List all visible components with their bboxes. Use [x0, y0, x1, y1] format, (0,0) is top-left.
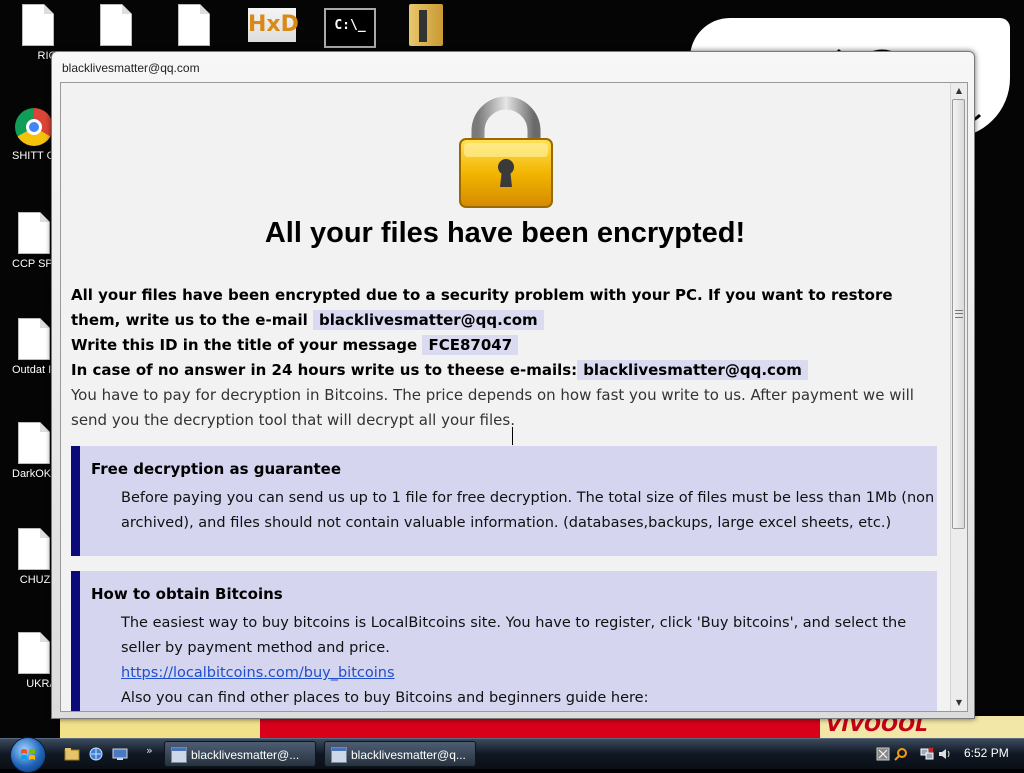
- scrollbar-thumb[interactable]: [952, 99, 965, 529]
- free-decryption-title: Free decryption as guarantee: [91, 460, 342, 478]
- text-cursor: [512, 427, 513, 445]
- document-icon: [22, 4, 54, 46]
- window-title: blacklivesmatter@qq.com: [62, 61, 200, 75]
- taskbar-button-label: blacklivesmatter@q...: [351, 748, 466, 762]
- obtain-bitcoins-body: The easiest way to buy bitcoins is Local…: [121, 611, 936, 711]
- desktop-icon-document[interactable]: [76, 4, 156, 46]
- clock[interactable]: 6:52 PM: [964, 746, 1009, 760]
- desktop-icon-document[interactable]: [154, 4, 234, 46]
- tray-search-icon[interactable]: [894, 747, 908, 761]
- volume-icon[interactable]: [938, 747, 952, 761]
- tray-app-icon[interactable]: [876, 747, 890, 761]
- window-titlebar[interactable]: blacklivesmatter@qq.com: [52, 52, 974, 82]
- network-icon[interactable]: [920, 747, 934, 761]
- quicklaunch-desktop-icon[interactable]: [112, 747, 128, 761]
- scroll-up-arrow-icon[interactable]: ▲: [951, 83, 967, 99]
- payment-text: You have to pay for decryption in Bitcoi…: [71, 386, 914, 429]
- contact-email[interactable]: blacklivesmatter@qq.com: [312, 310, 544, 330]
- scrollbar-grip-icon: [955, 310, 963, 318]
- document-icon: [18, 422, 50, 464]
- free-decryption-box: Free decryption as guarantee Before payi…: [71, 446, 937, 556]
- ransom-instructions: All your files have been encrypted due t…: [71, 283, 931, 433]
- cmd-icon: C:\_: [324, 8, 376, 48]
- hxd-icon: HxD: [248, 8, 299, 42]
- archive-icon: [409, 4, 443, 46]
- quicklaunch-folder-icon[interactable]: [64, 747, 80, 761]
- scroll-down-arrow-icon[interactable]: ▼: [951, 695, 967, 711]
- quicklaunch-browser-icon[interactable]: [88, 747, 104, 761]
- free-decryption-body: Before paying you can send us up to 1 fi…: [121, 490, 935, 531]
- id-label: Write this ID in the title of your messa…: [71, 336, 418, 354]
- document-icon: [178, 4, 210, 46]
- window-icon: [171, 747, 187, 763]
- ransom-note-window[interactable]: blacklivesmatter@qq.com All your files h…: [51, 51, 975, 719]
- obtain-bitcoins-more: Also you can find other places to buy Bi…: [121, 690, 649, 706]
- window-client-area: All your files have been encrypted! All …: [60, 82, 968, 712]
- ransom-note-content: All your files have been encrypted! All …: [61, 83, 949, 711]
- no-answer-label: In case of no answer in 24 hours write u…: [71, 361, 578, 379]
- vertical-scrollbar[interactable]: ▲ ▼: [950, 83, 967, 711]
- backup-email[interactable]: blacklivesmatter@qq.com: [577, 360, 808, 380]
- taskbar: » blacklivesmatter@... blacklivesmatter@…: [0, 737, 1024, 773]
- padlock-icon: [459, 96, 553, 208]
- document-icon: [18, 212, 50, 254]
- desktop-icon-cmd[interactable]: C:\_: [310, 8, 390, 48]
- desktop-icon-archive[interactable]: [386, 4, 466, 46]
- taskbar-button-window-1[interactable]: blacklivesmatter@...: [164, 741, 316, 767]
- taskbar-button-label: blacklivesmatter@...: [191, 748, 300, 762]
- quicklaunch-more-icon[interactable]: »: [146, 744, 153, 757]
- victim-id[interactable]: FCE87047: [422, 335, 519, 355]
- document-icon: [18, 318, 50, 360]
- document-icon: [100, 4, 132, 46]
- desktop-icon-hxd[interactable]: HxD: [232, 8, 312, 42]
- obtain-bitcoins-title: How to obtain Bitcoins: [91, 585, 283, 603]
- document-icon: [18, 528, 50, 570]
- wallpaper-red-strip: [260, 716, 820, 738]
- wallpaper-yellow-strip: [60, 716, 260, 738]
- chrome-icon: [15, 108, 53, 146]
- obtain-bitcoins-text: The easiest way to buy bitcoins is Local…: [121, 615, 907, 656]
- localbitcoins-link[interactable]: https://localbitcoins.com/buy_bitcoins: [121, 665, 395, 681]
- window-icon: [331, 747, 347, 763]
- document-icon: [18, 632, 50, 674]
- windows-logo-icon: [21, 749, 35, 760]
- obtain-bitcoins-box: How to obtain Bitcoins The easiest way t…: [71, 571, 937, 711]
- headline: All your files have been encrypted!: [264, 217, 746, 249]
- taskbar-button-window-2[interactable]: blacklivesmatter@q...: [324, 741, 476, 767]
